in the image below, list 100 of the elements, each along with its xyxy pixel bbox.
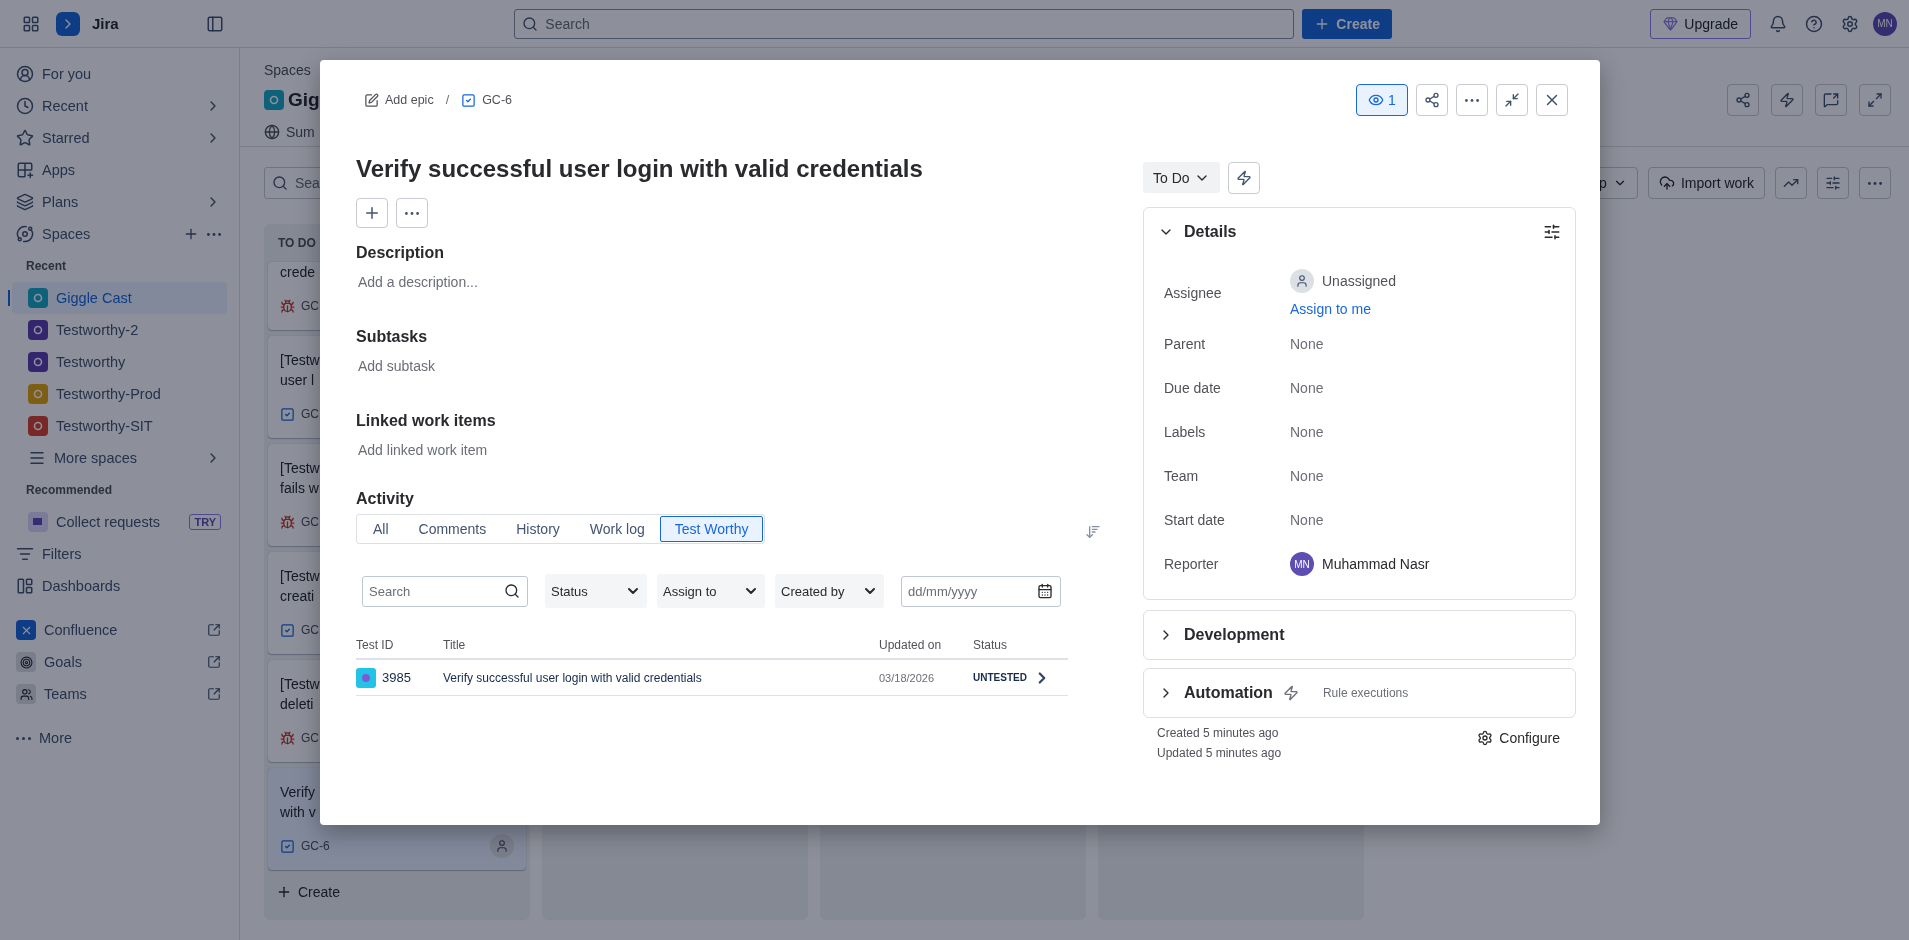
updated-time: Updated 5 minutes ago (1157, 746, 1282, 760)
search-field[interactable]: Search (514, 8, 1295, 39)
activity-tab[interactable]: Test Worthy (659, 516, 764, 542)
add-epic-link[interactable]: Add epic (364, 92, 434, 108)
sidebar-item[interactable]: More spaces (12, 442, 227, 474)
field-value: None (1290, 512, 1324, 528)
checkbox-icon (280, 622, 295, 638)
activity-tab[interactable]: All (358, 516, 404, 542)
sidebar-item[interactable]: Collect requests TRY (12, 506, 227, 538)
insights-button[interactable] (1775, 167, 1807, 199)
card-title: creati (280, 587, 315, 606)
automation-button[interactable] (1771, 84, 1803, 116)
sidebar-item[interactable]: More (12, 722, 227, 754)
share-button[interactable] (1416, 84, 1448, 116)
sidebar-item[interactable]: Spaces (12, 218, 227, 250)
sidebar-item[interactable]: Apps (12, 154, 227, 186)
add-space-icon[interactable] (183, 226, 199, 242)
date-field[interactable]: dd/mm/yyyy (901, 575, 1061, 607)
column-title: TO DO (278, 235, 316, 252)
sidebar-item[interactable]: Dashboards (12, 570, 227, 602)
layers-icon (16, 193, 34, 211)
created-time: Created 5 minutes ago (1157, 726, 1279, 740)
field-value: Muhammad Nasr (1322, 556, 1430, 572)
sliders-icon[interactable] (1543, 223, 1561, 241)
activity-tab[interactable]: Comments (403, 516, 502, 542)
more-icon (405, 211, 419, 215)
board-tab[interactable]: Sum (264, 122, 315, 142)
expand-icon (1867, 92, 1883, 108)
field-label: Start date (1164, 512, 1225, 528)
watch-button[interactable]: 1 (1356, 84, 1408, 116)
breadcrumb-link[interactable]: Spaces (264, 62, 311, 78)
space-icon (28, 288, 48, 308)
sidebar-item[interactable]: Plans (12, 186, 227, 218)
user-avatar: MN (1290, 552, 1314, 576)
bell-icon (1769, 14, 1787, 33)
test-search-field[interactable]: Search (362, 575, 528, 607)
sidebar-item[interactable]: Recent (12, 90, 227, 122)
field-value: None (1290, 424, 1324, 440)
create-card-button[interactable]: Create (268, 876, 349, 908)
card-title: with v (280, 803, 316, 822)
test-title-link[interactable]: Verify successful user login with valid credentials (443, 670, 702, 685)
external-link-icon (207, 623, 221, 637)
space-icon (28, 352, 48, 372)
updated-date: 03/18/2026 (879, 671, 935, 684)
app-link[interactable]: Teams (12, 678, 227, 710)
filter-dropdown[interactable]: Status (545, 574, 647, 608)
space-icon (264, 90, 284, 110)
add-button[interactable] (356, 198, 388, 228)
work-item-key-link[interactable]: GC-6 (461, 92, 512, 108)
space-item[interactable]: Testworthy-SIT (12, 410, 227, 442)
sidebar-item[interactable]: Starred (12, 122, 227, 154)
transition-button[interactable]: To Do (1143, 162, 1220, 193)
field-label: Labels (1164, 424, 1206, 440)
fullscreen-button[interactable] (1859, 84, 1891, 116)
app-link[interactable]: Goals (12, 646, 227, 678)
card-title: crede (280, 263, 316, 282)
help-icon (1805, 14, 1823, 33)
card-title: [Testw (280, 567, 320, 586)
card-title: deleti (280, 695, 314, 714)
space-item[interactable]: Testworthy-Prod (12, 378, 227, 410)
column-header: Updated on (879, 632, 973, 660)
minimize-button[interactable] (1496, 84, 1528, 116)
planet-icon (16, 225, 34, 243)
share-button[interactable] (1727, 84, 1759, 116)
work-item-key: GC (301, 731, 319, 745)
work-item-key: GC-6 (301, 839, 330, 853)
sidebar-item[interactable]: For you (12, 58, 227, 90)
field-label: Team (1164, 468, 1199, 484)
configure-button[interactable]: Configure (1471, 726, 1566, 750)
close-button[interactable] (1536, 84, 1568, 116)
space-item[interactable]: Testworthy-2 (12, 314, 227, 346)
add-link[interactable]: Add subtask (356, 358, 436, 374)
more-icon[interactable] (207, 232, 221, 236)
space-icon (28, 416, 48, 436)
plus-icon (363, 204, 381, 222)
create-button[interactable]: Create (1302, 8, 1392, 39)
sidebar-item[interactable]: Filters (12, 538, 227, 570)
import-work-button[interactable]: Import work (1647, 167, 1765, 199)
view-settings-button[interactable] (1817, 167, 1849, 199)
unassigned-avatar-icon (490, 834, 514, 858)
field-label: Due date (1164, 380, 1221, 396)
section-heading: Description (356, 244, 444, 262)
feedback-button[interactable] (1815, 84, 1847, 116)
filter-dropdown[interactable]: Created by (775, 574, 884, 608)
test-case-icon (356, 667, 376, 688)
user-avatar[interactable]: MN (1873, 11, 1897, 36)
lightning-icon (1282, 685, 1299, 701)
filter-dropdown[interactable]: Assign to (657, 574, 765, 608)
apps-icon (16, 161, 34, 179)
plus-icon (276, 884, 292, 900)
add-link[interactable]: Add a description... (356, 274, 478, 290)
add-link[interactable]: Add linked work item (356, 442, 488, 458)
app-link[interactable]: Confluence (12, 614, 227, 646)
assign-to-me-link[interactable]: Assign to me (1290, 301, 1371, 317)
activity-tab[interactable]: History (501, 516, 575, 542)
settings-icon (1477, 730, 1494, 746)
automation-button[interactable] (1227, 162, 1260, 194)
space-item[interactable]: Testworthy (12, 346, 227, 378)
upgrade-button[interactable]: Upgrade (1650, 8, 1751, 39)
activity-tab[interactable]: Work log (574, 516, 660, 542)
